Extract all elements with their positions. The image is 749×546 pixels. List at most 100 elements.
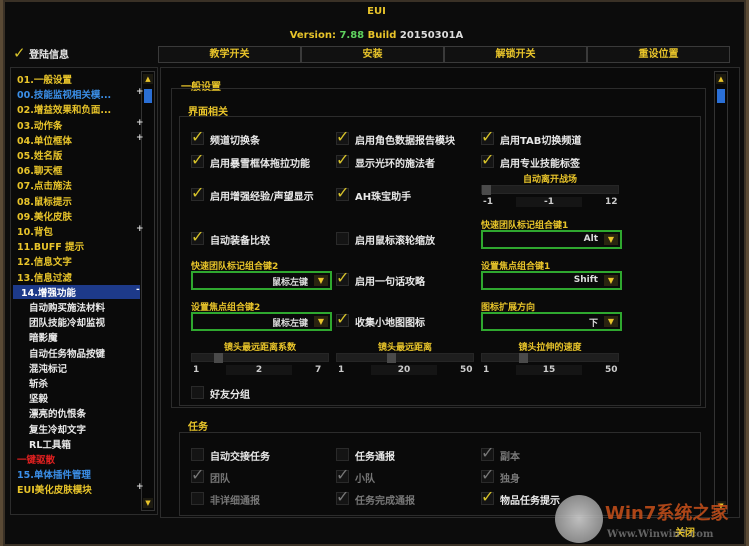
sidebar-item[interactable]: 自动购买施法材料 bbox=[29, 300, 105, 314]
tab-unlock[interactable]: 解锁开关 bbox=[444, 46, 587, 63]
sidebar-item[interactable]: 01.一般设置 bbox=[17, 72, 72, 86]
checkbox-unchecked[interactable] bbox=[191, 492, 204, 505]
slider-track[interactable] bbox=[336, 353, 474, 363]
checkbox-checked[interactable]: ✓ bbox=[336, 183, 349, 202]
chevron-down-icon[interactable]: ▼ bbox=[604, 275, 618, 286]
sidebar-item[interactable]: EUI美化皮肤模块 bbox=[17, 482, 92, 496]
expand-icon[interactable]: + bbox=[136, 482, 144, 492]
sidebar-item[interactable]: 03.动作条 bbox=[17, 118, 62, 132]
sidebar-item[interactable]: 暗影魔 bbox=[29, 330, 58, 344]
slider-thumb[interactable] bbox=[213, 353, 223, 363]
slider-thumb[interactable] bbox=[519, 353, 529, 363]
checkbox-checked[interactable]: ✓ bbox=[481, 150, 494, 169]
sidebar-item[interactable]: 斩杀 bbox=[29, 376, 48, 390]
sidebar-item[interactable]: 漂亮的仇恨条 bbox=[29, 406, 86, 420]
quest-option-checkbox-label: 独身 bbox=[500, 474, 520, 485]
sidebar-item[interactable]: 11.BUFF 提示 bbox=[17, 239, 84, 253]
checkbox-unchecked[interactable] bbox=[191, 448, 204, 461]
option-checkbox-label: 启用TAB切换频道 bbox=[500, 136, 582, 147]
slider-thumb[interactable] bbox=[482, 185, 491, 195]
keybind-dropdown[interactable]: 鼠标左键 ▼ bbox=[191, 271, 332, 290]
checkbox-checked[interactable]: ✓ bbox=[336, 487, 349, 506]
tab-reset-position[interactable]: 重设位置 bbox=[587, 46, 730, 63]
keybind-dropdown[interactable]: 下 ▼ bbox=[481, 312, 622, 331]
chevron-down-icon[interactable]: ▼ bbox=[604, 234, 618, 245]
checkbox-checked[interactable]: ✓ bbox=[191, 150, 204, 169]
sidebar-item[interactable]: 10.背包 bbox=[17, 224, 53, 238]
sidebar-item[interactable]: 团队技能冷却监视 bbox=[29, 315, 105, 329]
expand-icon[interactable]: + bbox=[136, 133, 144, 143]
scroll-thumb[interactable] bbox=[717, 89, 725, 103]
slider-value-input[interactable]: 2 bbox=[226, 365, 292, 375]
keybind-dropdown[interactable]: Alt ▼ bbox=[481, 230, 622, 249]
main-scrollbar[interactable]: ▲ ▼ bbox=[714, 71, 728, 514]
scroll-up-icon[interactable]: ▲ bbox=[716, 74, 726, 84]
sidebar-item[interactable]: 混沌标记 bbox=[29, 361, 67, 375]
checkmark-icon: ✓ bbox=[336, 268, 350, 287]
keybind-dropdown[interactable]: Shift ▼ bbox=[481, 271, 622, 290]
expand-icon[interactable]: + bbox=[136, 118, 144, 128]
dropdown-value: 下 bbox=[588, 319, 598, 329]
checkbox-checked[interactable]: ✓ bbox=[336, 309, 349, 328]
sidebar-item[interactable]: RL工具箱 bbox=[29, 437, 71, 451]
keybind-dropdown[interactable]: 鼠标左键 ▼ bbox=[191, 312, 332, 331]
sidebar-item[interactable]: 09.美化皮肤 bbox=[17, 209, 72, 223]
sidebar-item[interactable]: 07.点击施法 bbox=[17, 178, 72, 192]
sidebar-item[interactable]: 15.单体插件管理 bbox=[17, 467, 91, 481]
checkbox-checked[interactable]: ✓ bbox=[191, 465, 204, 484]
sidebar-item[interactable]: 自动任务物品按键 bbox=[29, 346, 105, 360]
checkbox-checked[interactable]: ✓ bbox=[481, 487, 494, 506]
sidebar-item[interactable]: 00.技能监视相关模... bbox=[17, 87, 111, 101]
checkbox-checked[interactable]: ✓ bbox=[336, 268, 349, 287]
checkbox-unchecked[interactable] bbox=[191, 386, 204, 399]
checkbox-checked[interactable]: ✓ bbox=[191, 127, 204, 146]
checkbox-checked[interactable]: ✓ bbox=[191, 227, 204, 246]
sidebar-item[interactable]: 复生冷却文字 bbox=[29, 422, 86, 436]
chevron-down-icon[interactable]: ▼ bbox=[314, 316, 328, 327]
expand-icon[interactable]: + bbox=[136, 224, 144, 234]
checkbox-checked[interactable]: ✓ bbox=[481, 465, 494, 484]
chevron-down-icon[interactable]: ▼ bbox=[314, 275, 328, 286]
collapse-icon[interactable]: - bbox=[136, 285, 140, 295]
tab-install[interactable]: 安装 bbox=[301, 46, 444, 63]
scroll-down-icon[interactable]: ▼ bbox=[143, 498, 153, 508]
sidebar-item[interactable]: 06.聊天框 bbox=[17, 163, 62, 177]
build-number: 20150301A bbox=[399, 30, 464, 41]
checkbox-checked[interactable]: ✓ bbox=[481, 443, 494, 462]
sidebar-item[interactable]: 04.单位框体 bbox=[17, 133, 72, 147]
slider-value-input[interactable]: 15 bbox=[516, 365, 582, 375]
sidebar-item[interactable]: 02.增益效果和负面... bbox=[17, 102, 111, 116]
slider-track[interactable] bbox=[481, 185, 619, 195]
login-info-label: 登陆信息 bbox=[29, 50, 70, 61]
slider-thumb[interactable] bbox=[386, 353, 396, 363]
sidebar-item[interactable]: 14.增强功能 bbox=[13, 284, 140, 299]
scroll-up-icon[interactable]: ▲ bbox=[143, 74, 153, 84]
quests-group-title: 任务 bbox=[188, 422, 208, 433]
checkbox-checked[interactable]: ✓ bbox=[191, 183, 204, 202]
checkbox-unchecked[interactable] bbox=[336, 448, 349, 461]
checkbox-checked[interactable]: ✓ bbox=[336, 127, 349, 146]
checkbox-checked[interactable]: ✓ bbox=[336, 465, 349, 484]
checkbox-unchecked[interactable] bbox=[336, 232, 349, 245]
option-checkbox-label: AH珠宝助手 bbox=[355, 192, 412, 203]
checkbox-checked[interactable]: ✓ bbox=[336, 150, 349, 169]
slider-track[interactable] bbox=[191, 353, 329, 363]
sidebar-item[interactable]: 12.信息文字 bbox=[17, 254, 72, 268]
version-label: Version: bbox=[289, 30, 336, 41]
login-info-toggle[interactable]: ✓ 登陆信息 bbox=[13, 44, 69, 62]
chevron-down-icon[interactable]: ▼ bbox=[604, 316, 618, 327]
option-checkbox-label: 启用暴雪框体拖拉功能 bbox=[210, 159, 310, 170]
sidebar-item[interactable]: 13.信息过滤 bbox=[17, 270, 72, 284]
scroll-thumb[interactable] bbox=[144, 89, 152, 103]
checkbox-checked[interactable]: ✓ bbox=[481, 127, 494, 146]
sidebar-item[interactable]: 一键驱散 bbox=[17, 452, 55, 466]
sidebar-item[interactable]: 05.姓名版 bbox=[17, 148, 62, 162]
sidebar: ▲ ▼ 01.一般设置 00.技能监视相关模... +02.增益效果和负面... 03… bbox=[10, 67, 158, 515]
sidebar-item[interactable]: 坚毅 bbox=[29, 391, 48, 405]
sidebar-item[interactable]: 08.鼠标提示 bbox=[17, 194, 72, 208]
slider-value-input[interactable]: 20 bbox=[371, 365, 437, 375]
expand-icon[interactable]: + bbox=[136, 87, 144, 97]
slider-value-input[interactable]: -1 bbox=[516, 197, 582, 207]
slider-track[interactable] bbox=[481, 353, 619, 363]
tab-tutorial[interactable]: 教学开关 bbox=[158, 46, 301, 63]
